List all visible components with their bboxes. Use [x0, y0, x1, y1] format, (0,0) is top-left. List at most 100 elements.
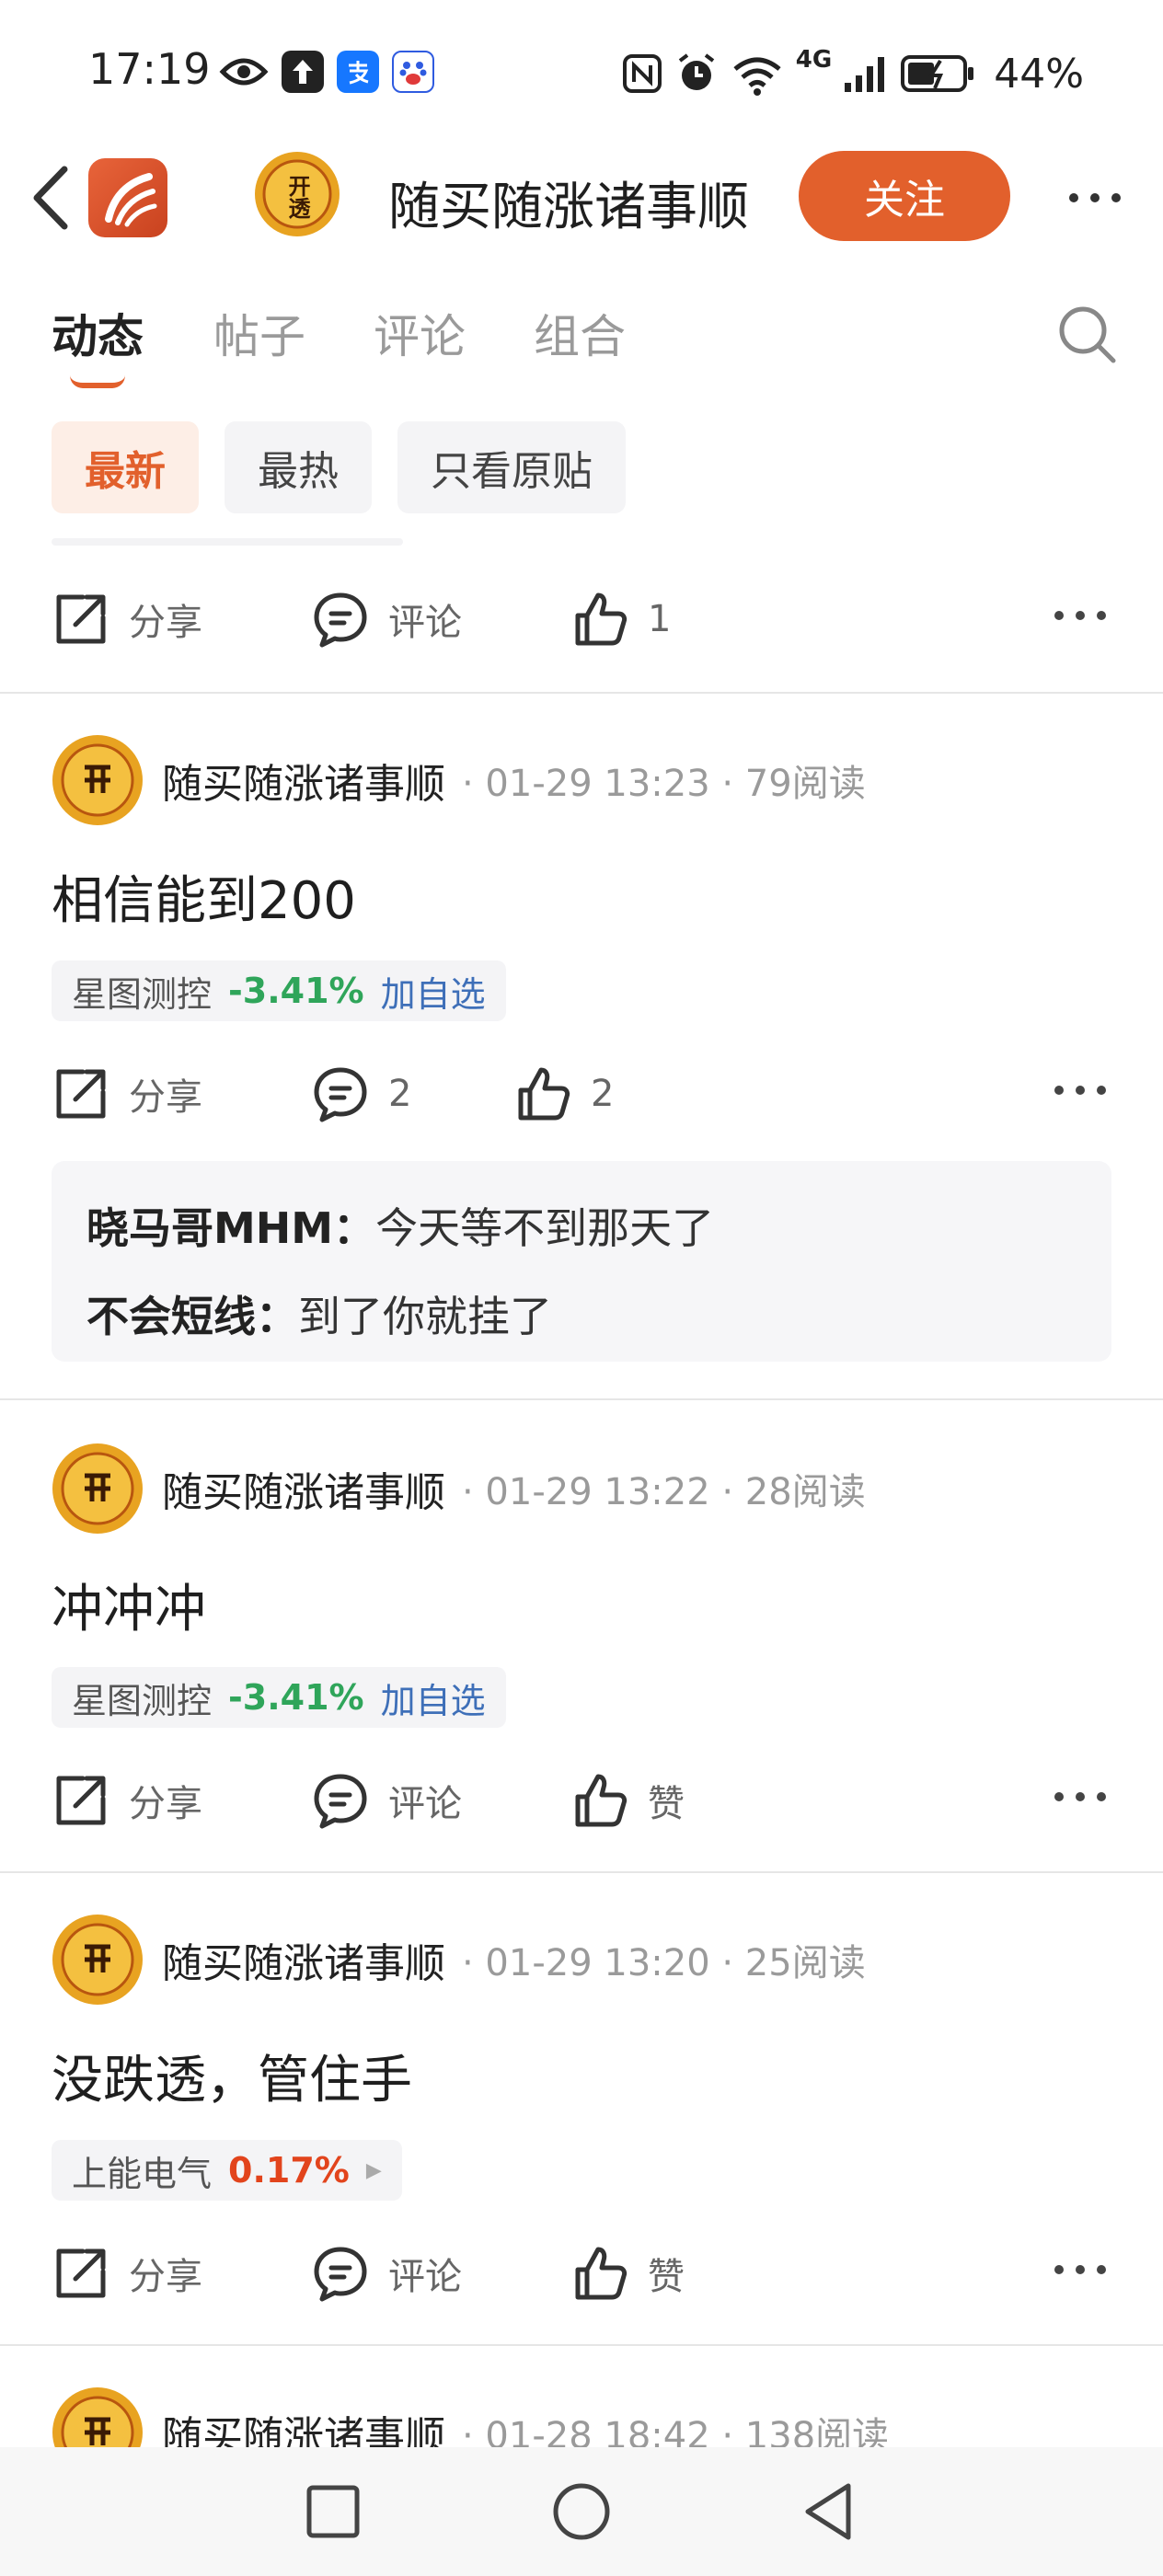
- post-author[interactable]: 随买随涨诸事顺: [162, 1459, 445, 1518]
- thumbs-up-icon: [575, 2247, 628, 2300]
- stock-tag[interactable]: 上能电气 0.17% ▶: [52, 2140, 402, 2201]
- status-right: 4G 44%: [621, 46, 1084, 101]
- app-logo[interactable]: [88, 158, 167, 237]
- more-dot-icon: [1076, 1792, 1085, 1801]
- thumbs-up-icon: [518, 1067, 570, 1121]
- tab-portfolio[interactable]: 组合: [534, 300, 626, 366]
- post-meta: · 01-29 13:23 · 79阅读: [462, 763, 866, 805]
- profile-avatar[interactable]: 开透: [254, 151, 340, 237]
- post-more-button[interactable]: [1054, 611, 1106, 626]
- post-actions: 分享 2 2: [0, 1052, 1163, 1135]
- stock-name: 上能电气: [72, 2153, 213, 2194]
- comment-icon: [314, 1067, 367, 1122]
- square-icon: [306, 2485, 360, 2538]
- like-label: 赞: [648, 1783, 685, 1825]
- more-dot-icon: [1097, 611, 1106, 620]
- post-author[interactable]: 随买随涨诸事顺: [162, 751, 445, 810]
- upload-icon: [282, 51, 324, 93]
- share-label: 分享: [129, 602, 202, 644]
- filter-original-only[interactable]: 只看原贴: [397, 421, 626, 513]
- signal-icon: [845, 57, 885, 92]
- share-button[interactable]: 分享: [52, 1759, 202, 1842]
- post-author[interactable]: 随买随涨诸事顺: [162, 1930, 445, 1989]
- comment-icon: [314, 2247, 367, 2302]
- recent-apps-button[interactable]: [296, 2475, 370, 2548]
- stock-change: 0.17%: [228, 2150, 350, 2191]
- follow-button[interactable]: 关注: [799, 151, 1010, 241]
- comment-icon: [314, 592, 367, 648]
- filter-hottest[interactable]: 最热: [225, 421, 372, 513]
- tab-dynamic[interactable]: 动态: [52, 300, 144, 366]
- back-nav-button[interactable]: [793, 2475, 867, 2548]
- post-content[interactable]: 冲冲冲: [52, 1568, 206, 1642]
- stock-change: -3.41%: [228, 971, 364, 1011]
- profile-name: 随买随涨诸事顺: [388, 178, 749, 237]
- like-button[interactable]: 赞: [570, 1759, 685, 1842]
- like-button[interactable]: 赞: [570, 2232, 685, 2315]
- comment-button[interactable]: 评论: [311, 1759, 462, 1842]
- post-more-button[interactable]: [1054, 1086, 1106, 1100]
- system-nav-bar: [0, 2447, 1163, 2576]
- more-dot-icon: [1076, 611, 1085, 620]
- divider: [0, 2344, 1163, 2346]
- post-content[interactable]: 相信能到200: [52, 859, 356, 934]
- post-actions: 分享 评论 赞: [0, 2232, 1163, 2315]
- chevron-left-icon: [33, 166, 68, 230]
- author-avatar[interactable]: [52, 1914, 144, 2006]
- baidu-icon: [392, 51, 434, 93]
- author-avatar[interactable]: [52, 734, 144, 826]
- search-button[interactable]: [1054, 302, 1121, 368]
- comment-user[interactable]: 不会短线：: [86, 1283, 298, 1344]
- post-content[interactable]: 没跌透，管住手: [52, 2039, 412, 2113]
- tab-posts[interactable]: 帖子: [213, 300, 305, 366]
- share-label: 分享: [129, 2256, 202, 2298]
- status-time: 17:19: [88, 44, 211, 94]
- more-dot-icon: [1097, 1792, 1106, 1801]
- eye-icon: [219, 58, 269, 86]
- post-header: 随买随涨诸事顺 · 01-29 13:23 · 79阅读: [52, 732, 866, 828]
- filter-latest[interactable]: 最新: [52, 421, 199, 513]
- post-meta: · 01-29 13:22 · 28阅读: [462, 1471, 866, 1513]
- more-dot-icon: [1097, 1086, 1106, 1095]
- stock-tag[interactable]: 星图测控 -3.41% 加自选: [52, 960, 506, 1021]
- add-to-watchlist-button[interactable]: 加自选: [381, 966, 486, 1017]
- like-button[interactable]: 1: [570, 578, 671, 661]
- comment-preview[interactable]: 晓马哥MHM： 今天等不到那天了 不会短线： 到了你就挂了: [52, 1161, 1111, 1362]
- like-button[interactable]: 2: [513, 1052, 614, 1135]
- more-dot-icon: [1069, 193, 1078, 202]
- post-more-button[interactable]: [1054, 2265, 1106, 2280]
- comment-item[interactable]: 晓马哥MHM： 今天等不到那天了: [86, 1181, 1077, 1270]
- comment-user[interactable]: 晓马哥MHM：: [86, 1195, 375, 1256]
- tab-comments[interactable]: 评论: [374, 300, 466, 366]
- status-left-icons: [219, 44, 434, 99]
- battery-icon: [901, 55, 974, 92]
- comment-text: 今天等不到那天了: [375, 1203, 715, 1253]
- home-button[interactable]: [545, 2475, 618, 2548]
- comment-item[interactable]: 不会短线： 到了你就挂了: [86, 1270, 1077, 1358]
- comment-button[interactable]: 评论: [311, 2232, 462, 2315]
- post-header: 随买随涨诸事顺 · 01-29 13:22 · 28阅读: [52, 1441, 866, 1536]
- comment-count: 2: [388, 1073, 412, 1115]
- nfc-icon: [622, 54, 662, 93]
- app-logo-icon: [105, 173, 157, 227]
- network-type: 4G: [795, 46, 833, 74]
- more-options-button[interactable]: [1058, 175, 1132, 221]
- more-dot-icon: [1090, 193, 1100, 202]
- share-icon: [56, 1776, 106, 1825]
- comment-button[interactable]: 评论: [311, 578, 462, 661]
- search-icon: [1059, 306, 1116, 363]
- stock-tag[interactable]: 星图测控 -3.41% 加自选: [52, 1667, 506, 1728]
- post-more-button[interactable]: [1054, 1792, 1106, 1807]
- author-avatar[interactable]: [52, 1443, 144, 1535]
- alarm-icon: [678, 53, 714, 90]
- back-button[interactable]: [24, 164, 79, 232]
- share-button[interactable]: 分享: [52, 2232, 202, 2315]
- share-button[interactable]: 分享: [52, 578, 202, 661]
- more-dot-icon: [1054, 2265, 1064, 2274]
- comment-button[interactable]: 2: [311, 1052, 411, 1135]
- thumbs-up-icon: [575, 592, 628, 646]
- share-icon: [56, 1069, 106, 1119]
- share-button[interactable]: 分享: [52, 1052, 202, 1135]
- partial-content-edge: [52, 538, 403, 546]
- add-to-watchlist-button[interactable]: 加自选: [381, 1673, 486, 1723]
